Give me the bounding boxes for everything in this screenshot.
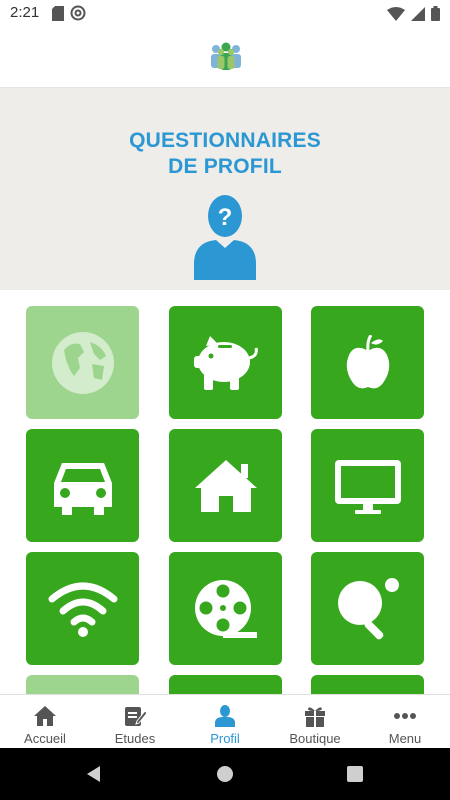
edit-document-icon (125, 707, 147, 726)
status-time: 2:21 (10, 4, 40, 21)
nav-profil[interactable]: Profil (180, 695, 270, 749)
page-title-line2: DE PROFIL (168, 155, 282, 178)
at-sign-icon (70, 5, 86, 21)
hero-banner: QUESTIONNAIRES DE PROFIL ? (0, 88, 450, 290)
nav-menu-label: Menu (388, 731, 422, 746)
nav-menu[interactable]: Menu (360, 695, 450, 749)
svg-text:?: ? (218, 204, 233, 231)
home-button[interactable] (215, 764, 235, 784)
tile-apple[interactable] (311, 306, 424, 419)
battery-icon (431, 6, 440, 21)
questionnaire-grid (0, 290, 450, 694)
tile-row4-2[interactable] (169, 675, 282, 694)
tile-monitor[interactable] (311, 429, 424, 542)
tile-ping-pong[interactable] (311, 552, 424, 665)
nav-profil-label: Profil (210, 731, 240, 746)
more-dots-icon (394, 713, 416, 719)
page-title-line1: QUESTIONNAIRES (129, 129, 321, 152)
nav-boutique-label: Boutique (289, 731, 341, 746)
apple-icon (346, 334, 389, 388)
people-group-logo (211, 42, 241, 70)
globe-icon (51, 331, 114, 394)
tile-car[interactable] (26, 429, 139, 542)
house-icon (194, 459, 257, 512)
home-icon (34, 706, 56, 726)
tile-wifi[interactable] (26, 552, 139, 665)
recents-button[interactable] (345, 764, 365, 784)
bottom-navigation: Accueil Etudes Profil Boutique Menu (0, 694, 450, 748)
nav-accueil-label: Accueil (24, 731, 66, 746)
nav-etudes-label: Etudes (114, 731, 156, 746)
page-title: QUESTIONNAIRES DE PROFIL (0, 128, 450, 180)
tile-globe[interactable] (26, 306, 139, 419)
nav-etudes[interactable]: Etudes (90, 695, 180, 749)
piggy-bank-icon (193, 335, 258, 390)
app-header (0, 28, 450, 88)
sd-card-icon (52, 5, 64, 21)
back-button[interactable] (84, 764, 104, 784)
nav-accueil[interactable]: Accueil (0, 695, 90, 749)
nav-boutique[interactable]: Boutique (270, 695, 360, 749)
tile-row4-1[interactable] (26, 675, 139, 694)
wifi-icon (48, 582, 117, 637)
status-bar: 2:21 (0, 0, 450, 28)
car-icon (53, 462, 112, 515)
status-left-icons (52, 5, 86, 21)
tile-house[interactable] (169, 429, 282, 542)
tile-piggy-bank[interactable] (169, 306, 282, 419)
monitor-icon (334, 459, 401, 514)
question-person-icon: ? (194, 195, 256, 280)
film-reel-icon (194, 579, 257, 638)
person-icon (215, 705, 235, 727)
status-right-icons (387, 6, 440, 21)
ping-pong-icon (337, 577, 399, 639)
gift-icon (305, 707, 325, 727)
wifi-icon (387, 6, 405, 21)
tile-film-reel[interactable] (169, 552, 282, 665)
tile-row4-3[interactable] (311, 675, 424, 694)
signal-icon (411, 6, 425, 21)
system-navigation-bar (0, 748, 450, 800)
